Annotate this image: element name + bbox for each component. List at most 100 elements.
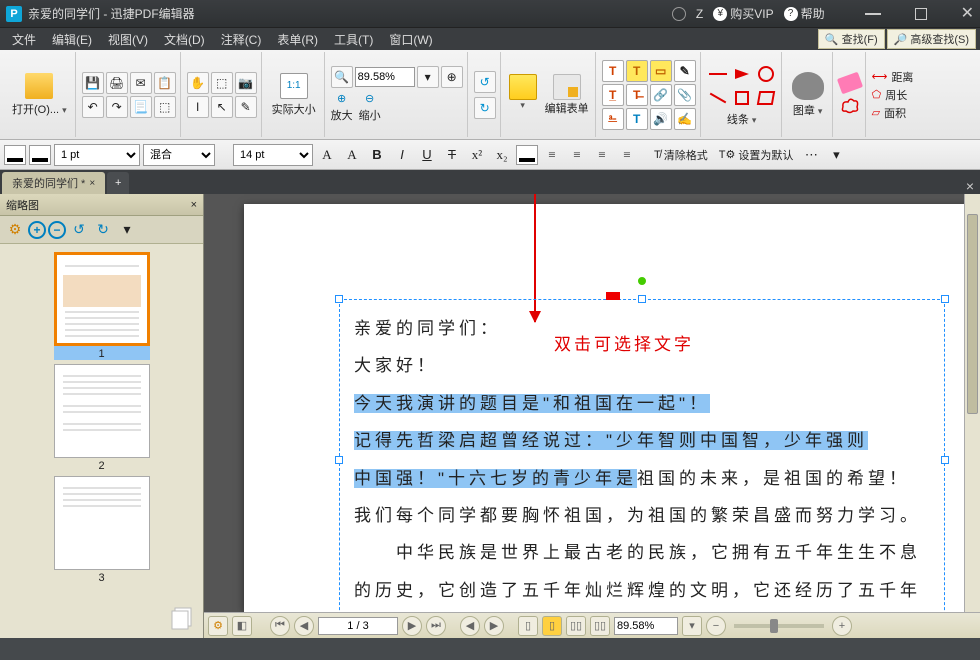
text-color[interactable] [516, 145, 538, 165]
menu-comment[interactable]: 注释(C) [213, 29, 270, 50]
cursor-tool[interactable]: ↖ [211, 96, 233, 118]
set-default-button[interactable]: T⚙设置为默认 [715, 147, 798, 163]
menu-window[interactable]: 窗口(W) [381, 29, 440, 50]
document-text[interactable]: 亲爱的同学们： 大家好！ 今天我演讲的题目是"和祖国在一起"！ 记得先哲梁启超曾… [354, 310, 930, 609]
thumb-zoom-out[interactable]: − [48, 221, 66, 239]
line-tool[interactable] [707, 63, 729, 85]
tabbar-close[interactable]: × [960, 178, 980, 194]
prev-page-button[interactable]: ◀ [294, 616, 314, 636]
clear-format-button[interactable]: T̸清除格式 [650, 147, 712, 163]
vertical-scrollbar[interactable] [964, 194, 980, 612]
page-field[interactable] [318, 617, 398, 635]
nav-forward-button[interactable]: ▶ [484, 616, 504, 636]
resize-handle[interactable] [638, 295, 646, 303]
canvas[interactable]: 双击可选择文字 亲爱的同学们： 大家好！ 今天我演讲的题目是"和祖国在一起"！ [204, 194, 980, 612]
status-sidebar-toggle[interactable]: ◧ [232, 616, 252, 636]
menu-file[interactable]: 文件 [4, 29, 44, 50]
menu-document[interactable]: 文档(D) [156, 29, 213, 50]
zoom-in-button[interactable]: ⊕放大 [331, 92, 353, 123]
nav-back-button[interactable]: ◀ [460, 616, 480, 636]
thumb-menu[interactable]: ▾ [116, 219, 138, 241]
more-format[interactable]: ⋯ [800, 144, 822, 166]
strikethrough-tool[interactable]: T̶ [626, 84, 648, 106]
first-page-button[interactable]: ⏮ [270, 616, 290, 636]
email-button[interactable]: ✉ [130, 72, 152, 94]
font-smaller[interactable]: A [316, 144, 338, 166]
single-page-view[interactable]: ▯ [518, 616, 538, 636]
redo-button[interactable]: ↷ [106, 96, 128, 118]
tab-active[interactable]: 亲爱的同学们 *× [2, 172, 105, 194]
select-tool[interactable]: ⬚ [211, 72, 233, 94]
zoom-fit-button[interactable]: 🔍 [331, 66, 353, 88]
underline-button[interactable]: U [416, 144, 438, 166]
distance-tool[interactable]: ⟷距离 [872, 69, 914, 85]
delete-handle[interactable] [606, 292, 620, 300]
attach-tool[interactable]: 📎 [674, 84, 696, 106]
status-zoom-field[interactable] [614, 617, 678, 635]
font-size-select[interactable]: 14 pt [233, 144, 313, 166]
align-left[interactable]: ≡ [541, 144, 563, 166]
zoom-out-status[interactable]: − [706, 616, 726, 636]
ellipse-tool[interactable] [755, 63, 777, 85]
menu-view[interactable]: 视图(V) [100, 29, 156, 50]
menu-edit[interactable]: 编辑(E) [44, 29, 100, 50]
scroll-thumb[interactable] [967, 214, 978, 414]
thumb-rotate-left[interactable]: ↺ [68, 219, 90, 241]
fill-color[interactable] [29, 145, 51, 165]
link-tool[interactable]: 🔗 [650, 84, 672, 106]
next-page-button[interactable]: ▶ [402, 616, 422, 636]
scan-button[interactable]: 📃 [130, 96, 152, 118]
connector-tool[interactable] [707, 87, 729, 109]
last-page-button[interactable]: ⏭ [426, 616, 446, 636]
subscript-button[interactable]: x₂ [491, 144, 513, 166]
user-label[interactable]: Z [696, 7, 703, 21]
two-continuous-view[interactable]: ▯▯ [590, 616, 610, 636]
menu-tools[interactable]: 工具(T) [326, 29, 381, 50]
highlight-button[interactable]: ▾ [507, 72, 539, 118]
close-button[interactable]: ✕ [961, 6, 974, 22]
note-tool[interactable]: ▭ [650, 60, 672, 82]
line-width-select[interactable]: 1 pt [54, 144, 140, 166]
thumb-zoom-in[interactable]: + [28, 221, 46, 239]
zoom-dropdown-status[interactable]: ▾ [682, 616, 702, 636]
maximize-button[interactable] [915, 8, 927, 20]
two-page-view[interactable]: ▯▯ [566, 616, 586, 636]
rotate-right-button[interactable]: ↻ [474, 97, 496, 119]
zoom-input[interactable] [355, 67, 415, 87]
thumb-rotate-right[interactable]: ↻ [92, 219, 114, 241]
perimeter-tool[interactable]: ⬠周长 [872, 87, 914, 103]
menu-form[interactable]: 表单(R) [269, 29, 326, 50]
minimize-button[interactable] [865, 13, 881, 15]
hand-tool[interactable]: ✋ [187, 72, 209, 94]
help-button[interactable]: ?帮助 [784, 5, 825, 22]
continuous-view[interactable]: ▯ [542, 616, 562, 636]
sidebar-close-icon[interactable]: × [191, 199, 197, 211]
actual-size-button[interactable]: 1:1 实际大小 [268, 71, 320, 119]
edit-form-button[interactable]: 编辑表单 [543, 72, 591, 118]
sign-tool[interactable]: ✍ [674, 108, 696, 130]
tab-add[interactable]: + [107, 172, 129, 194]
italic-button[interactable]: I [391, 144, 413, 166]
polygon-tool[interactable] [755, 87, 777, 109]
advanced-find-button[interactable]: 🔎高级查找(S) [887, 29, 976, 49]
undo-button[interactable]: ↶ [82, 96, 104, 118]
find-button[interactable]: 🔍查找(F) [818, 29, 885, 49]
resize-handle[interactable] [941, 456, 949, 464]
save-button[interactable]: 💾 [82, 72, 104, 94]
stroke-color[interactable] [4, 145, 26, 165]
zoom-dropdown[interactable]: ▾ [417, 66, 439, 88]
arrow-tool[interactable] [731, 63, 753, 85]
rotate-handle[interactable] [637, 276, 647, 286]
stamp-button[interactable]: 图章 ▾ [788, 70, 828, 120]
print-button[interactable]: 🖨 [106, 72, 128, 94]
resize-handle[interactable] [335, 295, 343, 303]
thumbnail-2[interactable]: 2 [54, 364, 150, 472]
clipboard-button[interactable]: 📋 [154, 72, 176, 94]
snapshot-tool[interactable]: 📷 [235, 72, 257, 94]
thumbnail-3[interactable]: 3 [54, 476, 150, 584]
lines-label[interactable]: 线条 [727, 114, 749, 126]
align-justify[interactable]: ≡ [616, 144, 638, 166]
rotate-left-button[interactable]: ↺ [474, 71, 496, 93]
pencil-tool[interactable]: ✎ [674, 60, 696, 82]
buy-vip-button[interactable]: ¥购买VIP [713, 5, 773, 22]
